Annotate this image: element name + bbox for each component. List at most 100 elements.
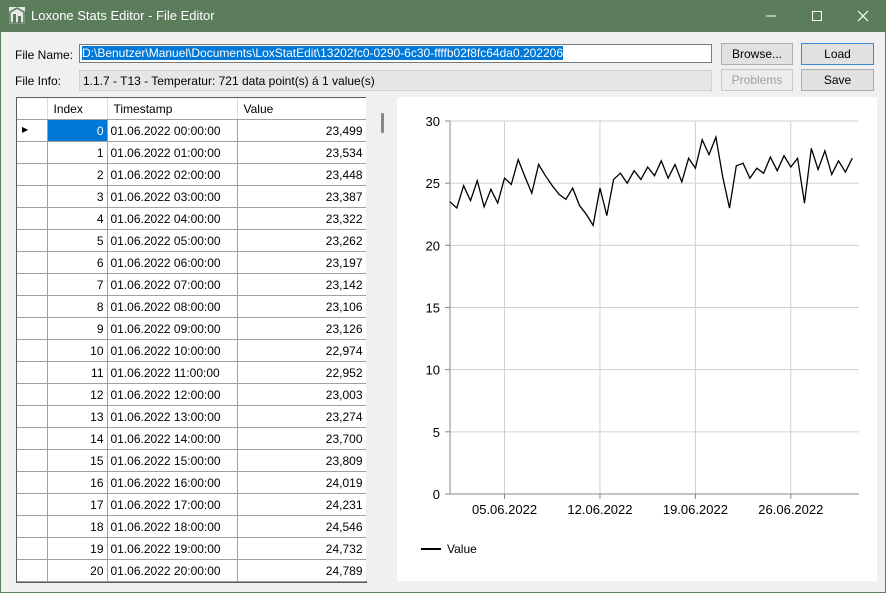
data-grid[interactable]: Index Timestamp Value ▶ 0 01.06.2022 00:00… — [16, 97, 367, 583]
cell-timestamp[interactable]: 01.06.2022 16:00:00 — [107, 471, 238, 494]
row-header[interactable] — [17, 229, 48, 252]
cell-timestamp[interactable]: 01.06.2022 15:00:00 — [107, 449, 238, 472]
cell-timestamp[interactable]: 01.06.2022 05:00:00 — [107, 229, 238, 252]
maximize-button[interactable] — [794, 0, 840, 32]
cell-value[interactable]: 23,274 — [237, 405, 366, 428]
table-row[interactable]: 15 01.06.2022 15:00:00 23,809 — [17, 449, 366, 472]
cell-index[interactable]: 3 — [47, 185, 108, 208]
cell-index[interactable]: 17 — [47, 493, 108, 516]
cell-index[interactable]: 7 — [47, 273, 108, 296]
cell-timestamp[interactable]: 01.06.2022 06:00:00 — [107, 251, 238, 274]
cell-timestamp[interactable]: 01.06.2022 17:00:00 — [107, 493, 238, 516]
cell-index[interactable]: 19 — [47, 537, 108, 560]
row-header[interactable] — [17, 405, 48, 428]
row-header[interactable] — [17, 383, 48, 406]
cell-value[interactable]: 23,197 — [237, 251, 366, 274]
table-row[interactable]: 6 01.06.2022 06:00:00 23,197 — [17, 251, 366, 274]
column-header-timestamp[interactable]: Timestamp — [107, 98, 238, 120]
cell-timestamp[interactable]: 01.06.2022 11:00:00 — [107, 361, 238, 384]
cell-index[interactable]: 0 — [47, 119, 108, 142]
table-row[interactable]: 1 01.06.2022 01:00:00 23,534 — [17, 141, 366, 164]
cell-timestamp[interactable]: 01.06.2022 00:00:00 — [107, 119, 238, 142]
cell-value[interactable]: 23,387 — [237, 185, 366, 208]
row-header[interactable] — [17, 471, 48, 494]
cell-value[interactable]: 24,732 — [237, 537, 366, 560]
row-header[interactable] — [17, 185, 48, 208]
row-header[interactable] — [17, 449, 48, 472]
table-row[interactable]: 16 01.06.2022 16:00:00 24,019 — [17, 471, 366, 494]
cell-value[interactable]: 23,499 — [237, 119, 366, 142]
table-row[interactable]: 11 01.06.2022 11:00:00 22,952 — [17, 361, 366, 384]
cell-timestamp[interactable]: 01.06.2022 13:00:00 — [107, 405, 238, 428]
cell-index[interactable]: 8 — [47, 295, 108, 318]
cell-value[interactable]: 23,262 — [237, 229, 366, 252]
cell-timestamp[interactable]: 01.06.2022 19:00:00 — [107, 537, 238, 560]
table-row[interactable]: 12 01.06.2022 12:00:00 23,003 — [17, 383, 366, 406]
browse-button[interactable]: Browse... — [721, 43, 793, 65]
table-row[interactable]: 20 01.06.2022 20:00:00 24,789 — [17, 559, 366, 582]
cell-index[interactable]: 10 — [47, 339, 108, 362]
table-row[interactable]: 3 01.06.2022 03:00:00 23,387 — [17, 185, 366, 208]
table-row[interactable]: 9 01.06.2022 09:00:00 23,126 — [17, 317, 366, 340]
cell-value[interactable]: 24,789 — [237, 559, 366, 582]
close-button[interactable] — [840, 0, 886, 32]
row-header[interactable] — [17, 515, 48, 538]
row-header[interactable] — [17, 273, 48, 296]
cell-index[interactable]: 4 — [47, 207, 108, 230]
row-header[interactable] — [17, 163, 48, 186]
cell-timestamp[interactable]: 01.06.2022 20:00:00 — [107, 559, 238, 582]
cell-value[interactable]: 24,019 — [237, 471, 366, 494]
cell-index[interactable]: 1 — [47, 141, 108, 164]
cell-index[interactable]: 9 — [47, 317, 108, 340]
row-header[interactable] — [17, 141, 48, 164]
cell-index[interactable]: 2 — [47, 163, 108, 186]
row-header[interactable] — [17, 251, 48, 274]
cell-value[interactable]: 23,106 — [237, 295, 366, 318]
cell-index[interactable]: 16 — [47, 471, 108, 494]
cell-timestamp[interactable]: 01.06.2022 09:00:00 — [107, 317, 238, 340]
table-row[interactable]: 17 01.06.2022 17:00:00 24,231 — [17, 493, 366, 516]
row-header[interactable] — [17, 339, 48, 362]
table-row[interactable]: 4 01.06.2022 04:00:00 23,322 — [17, 207, 366, 230]
table-row[interactable]: 18 01.06.2022 18:00:00 24,546 — [17, 515, 366, 538]
table-row[interactable]: 5 01.06.2022 05:00:00 23,262 — [17, 229, 366, 252]
cell-value[interactable]: 23,126 — [237, 317, 366, 340]
row-header[interactable] — [17, 295, 48, 318]
cell-index[interactable]: 11 — [47, 361, 108, 384]
scrollbar-thumb[interactable] — [381, 113, 384, 133]
cell-value[interactable]: 23,003 — [237, 383, 366, 406]
cell-index[interactable]: 14 — [47, 427, 108, 450]
cell-index[interactable]: 6 — [47, 251, 108, 274]
row-header[interactable] — [17, 427, 48, 450]
row-header[interactable] — [17, 361, 48, 384]
column-header-value[interactable]: Value — [237, 98, 366, 120]
table-row[interactable]: 13 01.06.2022 13:00:00 23,274 — [17, 405, 366, 428]
load-button[interactable]: Load — [801, 43, 874, 65]
file-path-input[interactable]: D:\Benutzer\Manuel\Documents\LoxStatEdit… — [79, 44, 712, 63]
cell-value[interactable]: 24,231 — [237, 493, 366, 516]
cell-value[interactable]: 23,534 — [237, 141, 366, 164]
cell-timestamp[interactable]: 01.06.2022 07:00:00 — [107, 273, 238, 296]
cell-value[interactable]: 24,546 — [237, 515, 366, 538]
table-row[interactable]: 8 01.06.2022 08:00:00 23,106 — [17, 295, 366, 318]
table-row[interactable]: 14 01.06.2022 14:00:00 23,700 — [17, 427, 366, 450]
save-button[interactable]: Save — [801, 69, 874, 91]
cell-timestamp[interactable]: 01.06.2022 14:00:00 — [107, 427, 238, 450]
cell-timestamp[interactable]: 01.06.2022 04:00:00 — [107, 207, 238, 230]
row-header[interactable] — [17, 207, 48, 230]
cell-timestamp[interactable]: 01.06.2022 12:00:00 — [107, 383, 238, 406]
cell-value[interactable]: 23,448 — [237, 163, 366, 186]
row-header[interactable]: ▶ — [17, 119, 48, 142]
row-header[interactable] — [17, 493, 48, 516]
row-header[interactable] — [17, 317, 48, 340]
cell-timestamp[interactable]: 01.06.2022 02:00:00 — [107, 163, 238, 186]
row-header[interactable] — [17, 559, 48, 582]
cell-value[interactable]: 23,142 — [237, 273, 366, 296]
cell-timestamp[interactable]: 01.06.2022 03:00:00 — [107, 185, 238, 208]
table-row[interactable]: ▶ 0 01.06.2022 00:00:00 23,499 — [17, 119, 366, 142]
cell-timestamp[interactable]: 01.06.2022 08:00:00 — [107, 295, 238, 318]
table-row[interactable]: 2 01.06.2022 02:00:00 23,448 — [17, 163, 366, 186]
cell-value[interactable]: 22,974 — [237, 339, 366, 362]
minimize-button[interactable] — [748, 0, 794, 32]
cell-value[interactable]: 22,952 — [237, 361, 366, 384]
